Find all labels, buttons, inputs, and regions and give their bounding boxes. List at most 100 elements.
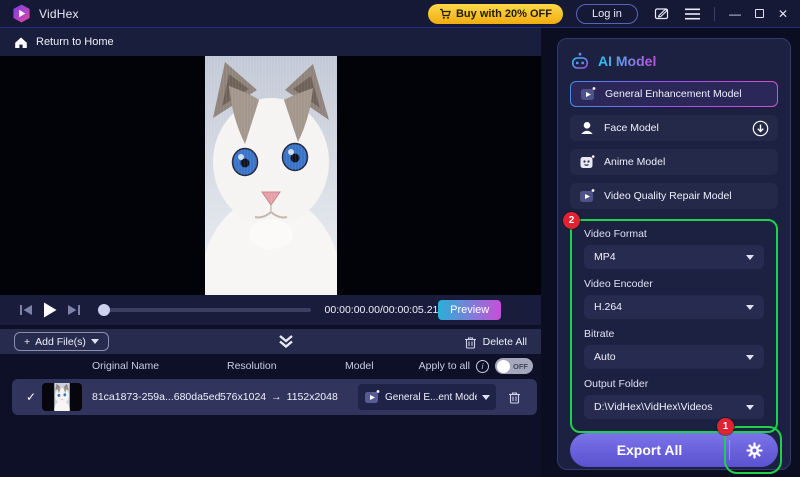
- anime-model-icon: [579, 154, 595, 170]
- main-area: Return to Home: [0, 28, 800, 477]
- video-format-select[interactable]: MP4: [584, 245, 764, 269]
- model-video-quality-repair[interactable]: Video Quality Repair Model: [570, 183, 778, 209]
- video-format-group: Video Format MP4: [584, 228, 764, 269]
- return-home-button[interactable]: Return to Home: [0, 28, 541, 56]
- caret-down-icon: [746, 405, 754, 410]
- apply-to-all-toggle[interactable]: OFF: [495, 358, 533, 374]
- model-general-enhancement[interactable]: General Enhancement Model: [570, 81, 778, 107]
- skip-forward-button[interactable]: [62, 304, 86, 316]
- play-icon: [43, 302, 57, 318]
- output-folder-label: Output Folder: [584, 378, 764, 390]
- export-settings-button[interactable]: [730, 442, 778, 459]
- feedback-button[interactable]: [654, 6, 669, 21]
- bitrate-select[interactable]: Auto: [584, 345, 764, 369]
- video-encoder-label: Video Encoder: [584, 278, 764, 290]
- resolution-from: 576x1024: [220, 391, 266, 403]
- minimize-button[interactable]: —: [729, 8, 741, 20]
- preview-button[interactable]: Preview: [438, 300, 501, 320]
- cart-icon: [439, 8, 451, 20]
- row-delete-button[interactable]: [508, 390, 521, 404]
- ai-model-card: AI Model General Enhancement Model: [557, 38, 791, 470]
- check-icon[interactable]: ✓: [20, 390, 42, 404]
- video-format-label: Video Format: [584, 228, 764, 240]
- plus-icon: +: [24, 336, 30, 348]
- header-model: Model: [345, 360, 374, 372]
- step-badge-2: 2: [563, 212, 580, 229]
- file-table-row[interactable]: ✓ 81ca1873-259a...680d: [12, 379, 537, 415]
- collapse-panel-button[interactable]: [278, 335, 294, 348]
- vidhex-logo-icon: [12, 4, 31, 23]
- cat-right-eye: [282, 144, 307, 171]
- close-button[interactable]: ✕: [778, 8, 788, 20]
- export-area: Export All: [570, 433, 778, 467]
- titlebar-divider: [714, 7, 715, 21]
- skip-back-icon: [19, 304, 33, 316]
- caret-down-icon: [482, 395, 490, 400]
- player-controls: 00:00:00.00/00:00:05.21 Preview: [0, 295, 541, 325]
- export-all-label: Export All: [570, 442, 729, 458]
- add-files-label: Add File(s): [35, 336, 86, 348]
- left-panel: Return to Home: [0, 28, 541, 477]
- add-files-button[interactable]: + Add File(s): [14, 332, 109, 351]
- model-label: Video Quality Repair Model: [604, 190, 732, 202]
- video-encoder-select[interactable]: H.264: [584, 295, 764, 319]
- playback-time: 00:00:00.00/00:00:05.21: [325, 304, 439, 316]
- trash-icon: [508, 390, 521, 404]
- home-icon: [14, 36, 28, 49]
- model-label: Anime Model: [604, 156, 665, 168]
- menu-button[interactable]: [685, 8, 700, 20]
- maximize-icon: [755, 9, 764, 18]
- caret-down-icon: [746, 355, 754, 360]
- bitrate-group: Bitrate Auto: [584, 328, 764, 369]
- download-icon[interactable]: [752, 120, 769, 137]
- arrow-right-icon: →: [271, 391, 282, 403]
- apply-to-all-group: Apply to all i OFF: [419, 358, 533, 374]
- cat-left-eye: [232, 149, 257, 176]
- bitrate-value: Auto: [594, 351, 746, 363]
- video-model-icon: [579, 188, 595, 204]
- resolution-to: 1152x2048: [287, 391, 338, 403]
- row-model-dropdown[interactable]: General E...ent Model: [358, 384, 496, 410]
- seek-slider-knob[interactable]: [98, 304, 110, 316]
- buy-button[interactable]: Buy with 20% OFF: [428, 4, 563, 24]
- toggle-knob: [497, 360, 510, 373]
- toggle-state-label: OFF: [513, 362, 528, 371]
- buy-button-label: Buy with 20% OFF: [456, 8, 552, 20]
- video-preview-area: [0, 56, 541, 295]
- info-icon[interactable]: i: [476, 360, 489, 373]
- video-encoder-group: Video Encoder H.264: [584, 278, 764, 319]
- file-name: 81ca1873-259a...680da5ed2.mp4: [92, 391, 220, 403]
- caret-down-icon: [746, 255, 754, 260]
- video-frame: [205, 56, 337, 295]
- app-window: VidHex Buy with 20% OFF Log in —: [0, 0, 800, 477]
- header-resolution: Resolution: [227, 360, 277, 372]
- export-all-button[interactable]: Export All: [570, 433, 778, 467]
- cat-video-frame: [205, 56, 337, 295]
- seek-slider[interactable]: [98, 308, 311, 312]
- delete-all-label: Delete All: [483, 336, 527, 348]
- ai-model-header: AI Model: [570, 51, 778, 71]
- model-label: General Enhancement Model: [605, 88, 742, 100]
- right-panel: AI Model General Enhancement Model: [541, 28, 800, 477]
- maximize-button[interactable]: [755, 9, 764, 18]
- model-anime[interactable]: Anime Model: [570, 149, 778, 175]
- row-model-value: General E...ent Model: [385, 392, 477, 403]
- face-model-icon: [579, 120, 595, 136]
- trash-icon: [464, 335, 477, 349]
- video-format-value: MP4: [594, 251, 746, 263]
- play-button[interactable]: [38, 302, 62, 318]
- robot-icon: [570, 51, 590, 71]
- model-face[interactable]: Face Model: [570, 115, 778, 141]
- output-folder-select[interactable]: D:\VidHex\VidHex\Videos: [584, 395, 764, 419]
- caret-down-icon: [91, 339, 99, 344]
- header-original-name: Original Name: [92, 360, 159, 372]
- file-table-header: Original Name Resolution Model Apply to …: [0, 356, 541, 378]
- login-button[interactable]: Log in: [576, 4, 638, 24]
- skip-back-button[interactable]: [14, 304, 38, 316]
- skip-forward-icon: [67, 304, 81, 316]
- double-chevron-down-icon: [278, 335, 294, 348]
- gear-icon: [746, 442, 763, 459]
- delete-all-button[interactable]: Delete All: [464, 335, 527, 349]
- model-label: Face Model: [604, 122, 659, 134]
- video-model-icon: [580, 86, 596, 102]
